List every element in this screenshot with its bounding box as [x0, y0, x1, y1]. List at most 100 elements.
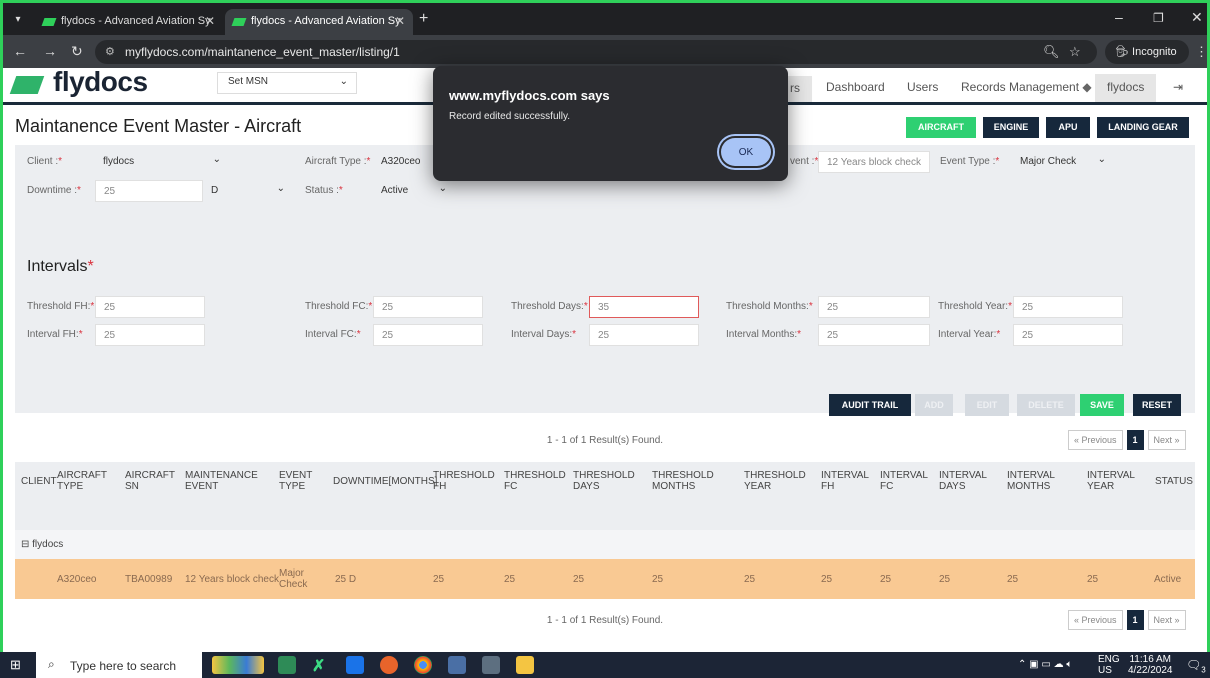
next-page-button[interactable]: Next »: [1147, 610, 1186, 630]
aircraft-type-button[interactable]: AIRCRAFT: [906, 117, 976, 138]
col-interval-fh[interactable]: INTERVAL FH: [821, 470, 871, 492]
forward-icon[interactable]: →: [43, 43, 57, 59]
landing-gear-type-button[interactable]: LANDING GEAR: [1097, 117, 1189, 138]
minimize-icon[interactable]: –: [1115, 9, 1123, 25]
notification-icon[interactable]: 🗨︎3: [1186, 658, 1206, 674]
col-maintenance-event[interactable]: MAINTENANCE EVENT: [185, 470, 265, 492]
add-button[interactable]: ADD: [915, 394, 953, 416]
browser-tab-1[interactable]: flydocs - Advanced Aviation Sy ✕: [35, 9, 223, 35]
taskbar-search-placeholder: Type here to search: [70, 659, 177, 673]
bookmark-star-icon[interactable]: ☆: [1069, 44, 1081, 60]
col-downtime[interactable]: DOWNTIME[MONTHS]: [333, 476, 437, 487]
browser-menu-icon[interactable]: ⋮: [1195, 44, 1208, 60]
col-interval-months[interactable]: INTERVAL MONTHS: [1007, 470, 1067, 492]
audit-trail-button[interactable]: AUDIT TRAIL: [829, 394, 911, 416]
url-input[interactable]: ⚙ myflydocs.com/maintanence_event_master…: [95, 40, 1097, 64]
col-interval-year[interactable]: INTERVAL YEAR: [1087, 470, 1137, 492]
msn-select[interactable]: Set MSN ⌄: [217, 72, 357, 94]
interval-fc-field[interactable]: 25: [373, 324, 483, 346]
col-interval-days[interactable]: INTERVAL DAYS: [939, 470, 989, 492]
downtime-field[interactable]: 25: [95, 180, 203, 202]
interval-year-field[interactable]: 25: [1013, 324, 1123, 346]
browser-tab-2[interactable]: flydocs - Advanced Aviation Sy ✕: [225, 9, 413, 35]
col-threshold-months[interactable]: THRESHOLD MONTHS: [652, 470, 714, 492]
maximize-icon[interactable]: ❐: [1153, 11, 1164, 25]
previous-page-button[interactable]: « Previous: [1068, 430, 1123, 450]
file-explorer-icon[interactable]: [516, 656, 534, 674]
event-type-select[interactable]: Major Check ⌄: [1012, 151, 1112, 173]
threshold-months-field[interactable]: 25: [818, 296, 930, 318]
interval-days-field[interactable]: 25: [589, 324, 699, 346]
downtime-unit-select[interactable]: D ⌄: [203, 180, 291, 202]
engine-type-button[interactable]: ENGINE: [983, 117, 1039, 138]
threshold-fc-field[interactable]: 25: [373, 296, 483, 318]
windows-start-icon[interactable]: ⊞: [10, 658, 24, 672]
logout-icon[interactable]: ⇥: [1173, 80, 1183, 94]
tray-icons[interactable]: ⌃ ▣ ▭ ☁ 🔈︎: [1018, 659, 1072, 670]
threshold-days-field[interactable]: 35: [589, 296, 699, 318]
close-tab-icon[interactable]: ✕: [395, 14, 405, 28]
reload-icon[interactable]: ↻: [71, 43, 83, 60]
threshold-year-field[interactable]: 25: [1013, 296, 1123, 318]
flydocs-logo[interactable]: flydocs: [9, 68, 148, 97]
nav-link-flydocs[interactable]: flydocs: [1095, 74, 1157, 102]
apu-type-button[interactable]: APU: [1046, 117, 1090, 138]
maintenance-event-field[interactable]: 12 Years block check: [818, 151, 930, 173]
threshold-fh-field[interactable]: 25: [95, 296, 205, 318]
dialog-ok-button[interactable]: OK: [721, 138, 771, 166]
nav-link-records-management[interactable]: Records Management ◆: [961, 80, 1092, 94]
firefox-icon[interactable]: [380, 656, 398, 674]
taskbar-search-input[interactable]: ⌕ Type here to search: [36, 652, 202, 678]
delete-button[interactable]: DELETE: [1017, 394, 1075, 416]
status-label: Status :*: [305, 185, 343, 196]
tab-search-icon[interactable]: ▾: [9, 11, 27, 29]
app-icon[interactable]: [448, 656, 466, 674]
col-threshold-fh[interactable]: THRESHOLD FH: [433, 470, 495, 492]
next-page-button[interactable]: Next »: [1147, 430, 1186, 450]
col-threshold-year[interactable]: THRESHOLD YEAR: [744, 470, 806, 492]
threshold-days-label: Threshold Days:*: [511, 301, 588, 312]
interval-fh-field[interactable]: 25: [95, 324, 205, 346]
language-indicator[interactable]: ENG US: [1098, 654, 1120, 676]
table-row[interactable]: A320ceo TBA00989 12 Years block check Ma…: [15, 559, 1195, 599]
close-tab-icon[interactable]: ✕: [205, 14, 215, 28]
cell-maintenance-event: 12 Years block check: [185, 574, 279, 585]
aircraft-type-select[interactable]: A320ceo: [373, 151, 435, 173]
new-tab-icon[interactable]: +: [419, 10, 428, 28]
previous-page-button[interactable]: « Previous: [1068, 610, 1123, 630]
intervals-heading: Intervals*: [27, 258, 94, 275]
outlook-icon[interactable]: [346, 656, 364, 674]
clock[interactable]: 11:16 AM 4/22/2024: [1128, 654, 1173, 676]
excel-x-icon[interactable]: ✗: [312, 656, 330, 675]
col-aircraft-type[interactable]: AIRCRAFT TYPE: [57, 470, 107, 492]
interval-months-field[interactable]: 25: [818, 324, 930, 346]
zoom-icon[interactable]: 🔍︎: [1043, 44, 1060, 60]
status-select[interactable]: Active ⌄: [373, 180, 453, 202]
col-aircraft-sn[interactable]: AIRCRAFT SN: [125, 470, 175, 492]
close-window-icon[interactable]: ✕: [1191, 9, 1203, 26]
col-threshold-fc[interactable]: THRESHOLD FC: [504, 470, 566, 492]
cell-status: Active: [1154, 574, 1182, 585]
reset-button[interactable]: RESET: [1133, 394, 1181, 416]
group-row[interactable]: ⊟ flydocs: [15, 530, 1195, 559]
widgets-icon[interactable]: [212, 656, 264, 674]
nav-link-users[interactable]: Users: [907, 80, 938, 94]
back-icon[interactable]: ←: [13, 43, 27, 59]
nav-link-dashboard[interactable]: Dashboard: [826, 80, 885, 94]
save-button[interactable]: SAVE: [1080, 394, 1124, 416]
pycharm-icon[interactable]: [278, 656, 296, 674]
col-event-type[interactable]: EVENT TYPE: [279, 470, 319, 492]
page-1-button[interactable]: 1: [1126, 610, 1144, 630]
col-interval-fc[interactable]: INTERVAL FC: [880, 470, 930, 492]
edit-button[interactable]: EDIT: [965, 394, 1009, 416]
cell-aircraft-sn: TBA00989: [125, 574, 173, 585]
chrome-icon[interactable]: [414, 656, 432, 674]
page-1-button[interactable]: 1: [1126, 430, 1144, 450]
col-client[interactable]: CLIENT: [21, 476, 57, 487]
site-info-icon[interactable]: ⚙: [105, 45, 115, 58]
calculator-icon[interactable]: [482, 656, 500, 674]
client-select[interactable]: flydocs ⌄: [95, 151, 227, 173]
col-status[interactable]: STATUS: [1155, 476, 1193, 487]
incognito-badge[interactable]: 🕵︎ Incognito: [1105, 40, 1189, 64]
col-threshold-days[interactable]: THRESHOLD DAYS: [573, 470, 635, 492]
